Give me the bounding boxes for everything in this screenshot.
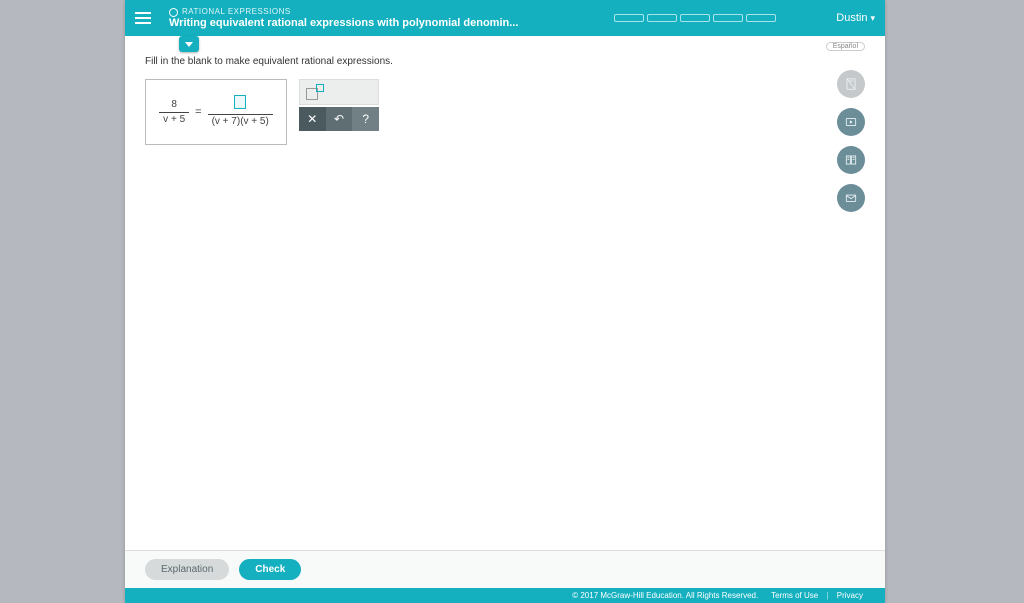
mail-icon[interactable] bbox=[837, 184, 865, 212]
left-numerator: 8 bbox=[159, 98, 189, 113]
textbook-icon[interactable] bbox=[837, 146, 865, 174]
footer-buttons: Explanation Check bbox=[125, 550, 885, 588]
expression-box: 8 v + 5 = (v + 7)(v + 5) bbox=[145, 79, 287, 145]
copyright-text: © 2017 McGraw-Hill Education. All Rights… bbox=[572, 591, 758, 600]
instructions-text: Fill in the blank to make equivalent rat… bbox=[145, 56, 865, 67]
clear-button[interactable]: ✕ bbox=[299, 107, 326, 131]
check-button[interactable]: Check bbox=[239, 559, 301, 580]
workspace: 8 v + 5 = (v + 7)(v + 5) ✕ ↶ ? bbox=[125, 71, 885, 153]
copyright-bar: © 2017 McGraw-Hill Education. All Rights… bbox=[125, 588, 885, 603]
right-denominator: (v + 7)(v + 5) bbox=[208, 115, 273, 129]
title-block: RATIONAL EXPRESSIONS Writing equivalent … bbox=[169, 7, 614, 28]
menu-icon[interactable] bbox=[135, 7, 157, 29]
keypad-panel bbox=[299, 79, 379, 105]
user-menu[interactable]: Dustin bbox=[836, 12, 875, 24]
undo-button[interactable]: ↶ bbox=[326, 107, 353, 131]
equals-sign: = bbox=[195, 106, 201, 118]
page-title: Writing equivalent rational expressions … bbox=[169, 17, 549, 29]
side-toolbar bbox=[837, 70, 865, 212]
calculator-icon[interactable] bbox=[837, 70, 865, 98]
app-header: RATIONAL EXPRESSIONS Writing equivalent … bbox=[125, 0, 885, 36]
help-button[interactable]: ? bbox=[352, 107, 379, 131]
video-icon[interactable] bbox=[837, 108, 865, 136]
category-label: RATIONAL EXPRESSIONS bbox=[169, 7, 614, 16]
left-fraction: 8 v + 5 bbox=[159, 98, 189, 127]
right-fraction: (v + 7)(v + 5) bbox=[208, 95, 273, 129]
language-toggle[interactable]: Español bbox=[826, 42, 865, 51]
exponent-tool[interactable] bbox=[306, 84, 322, 100]
explanation-button[interactable]: Explanation bbox=[145, 559, 229, 580]
terms-link[interactable]: Terms of Use bbox=[771, 591, 818, 600]
progress-indicator bbox=[614, 14, 776, 22]
dropdown-toggle[interactable] bbox=[179, 36, 199, 52]
left-denominator: v + 5 bbox=[159, 113, 189, 127]
answer-blank[interactable] bbox=[208, 95, 273, 115]
privacy-link[interactable]: Privacy bbox=[837, 591, 863, 600]
